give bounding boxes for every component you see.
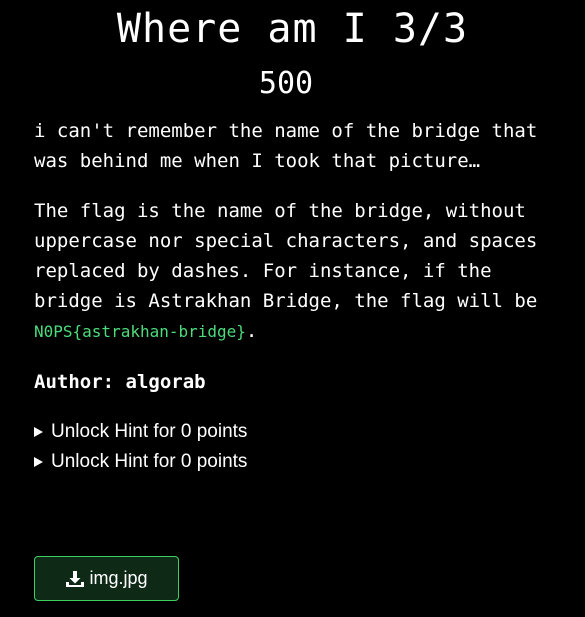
hint-toggle-1[interactable]: Unlock Hint for 0 points — [34, 417, 564, 447]
download-file-button[interactable]: img.jpg — [34, 556, 179, 601]
hints-list: Unlock Hint for 0 points Unlock Hint for… — [34, 417, 564, 477]
download-icon — [66, 570, 85, 587]
description-paragraph-1: i can't remember the name of the bridge … — [34, 120, 538, 172]
triangle-right-icon — [34, 427, 43, 437]
hint-toggle-2[interactable]: Unlock Hint for 0 points — [34, 447, 564, 477]
flag-example-code: N0PS{astrakhan-bridge} — [34, 322, 246, 341]
hint-label: Unlock Hint for 0 points — [51, 451, 248, 472]
author-label: Author: algorab — [34, 371, 206, 393]
paragraph-2-end: . — [245, 320, 258, 342]
challenge-title: Where am I 3/3 — [116, 6, 469, 52]
triangle-right-icon — [34, 457, 43, 467]
paragraph-2-text: The flag is the name of the bridge, with… — [34, 200, 538, 312]
download-label: img.jpg — [89, 568, 148, 588]
challenge-description: i can't remember the name of the bridge … — [34, 116, 564, 477]
hint-label: Unlock Hint for 0 points — [51, 421, 248, 442]
challenge-points: 500 — [258, 66, 314, 101]
description-paragraph-2: The flag is the name of the bridge, with… — [34, 196, 564, 347]
